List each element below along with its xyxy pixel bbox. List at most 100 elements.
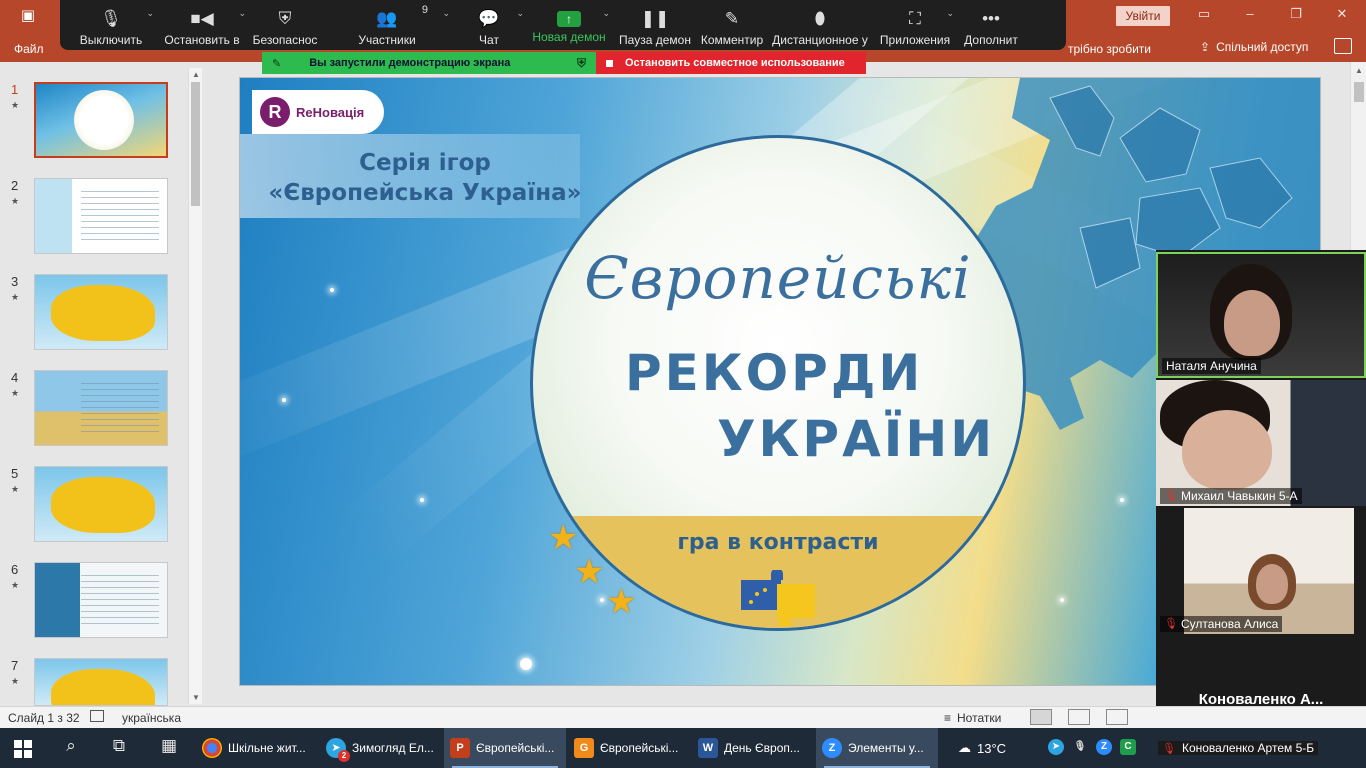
pause-share-button[interactable]: ❚❚ Пауза демон [612,0,698,50]
chevron-down-icon[interactable]: ⌄ [146,8,154,19]
save-icon[interactable]: ▣ [18,6,38,26]
microphone-tray-icon[interactable]: 🎙 [1072,739,1088,755]
star-decoration: ★ [606,583,637,621]
ribbon-tab-text[interactable]: трібно зробити [1068,42,1151,56]
scrollbar-thumb[interactable] [191,82,200,206]
chevron-down-icon[interactable]: ⌄ [238,8,246,19]
apps-icon: ⛶ [909,9,921,28]
annotate-button[interactable]: ✎ Комментир [698,0,766,50]
new-share-button[interactable]: ↑ ⌄ Новая демон [526,0,612,50]
video-face [1256,564,1288,604]
cloud-icon: ☁ [958,740,971,755]
taskbar-app-zoom[interactable]: Z Элементы у... [816,728,938,768]
slide-thumbnail-3[interactable]: 3 ★ [0,274,186,352]
share-icon: ⇪ [1200,40,1211,54]
transition-star-icon: ★ [11,388,20,398]
language-indicator[interactable]: українська [122,711,181,725]
login-button[interactable]: Увійти [1116,6,1170,26]
slide-thumbnail-2[interactable]: 2 ★ [0,178,186,256]
stop-video-button[interactable]: ■◀ ⌄ Остановить в [156,0,248,50]
title-line2: УКРАЇНИ [717,410,996,468]
chat-label: Чат [479,33,499,47]
more-button[interactable]: ••• Дополнит [956,0,1026,50]
transition-star-icon: ★ [11,484,20,494]
windows-start-icon[interactable] [14,740,32,758]
remote-control-label: Дистанционное у [772,33,868,47]
participant-video-tile[interactable]: Наталя Анучина [1156,252,1366,378]
scroll-up-icon[interactable]: ▲ [1355,66,1363,75]
close-icon[interactable]: ✕ [1322,6,1362,22]
slide-thumbnails-panel: 1 ★ 2 ★ 3 ★ 4 ★ 5 ★ 6 ★ 7 ★ [0,62,206,706]
sparkle [520,658,532,670]
participants-label: Участники [358,33,416,47]
slide-thumbnail-image [34,562,168,638]
apps-button[interactable]: ⛶ ⌄ Приложения [874,0,956,50]
more-icon: ••• [982,9,1000,28]
status-bar: Слайд 1 з 32 українська ≡ Нотатки [0,706,1366,728]
pause-share-label: Пауза демон [619,33,691,47]
participant-name: Султанова Алиса [1180,617,1279,631]
minimize-icon[interactable]: – [1230,6,1270,21]
app-tray-icon[interactable]: C [1120,739,1136,755]
file-tab[interactable]: Файл [14,42,44,56]
slide-thumbnail-5[interactable]: 5 ★ [0,466,186,544]
taskbar-app-powerpoint[interactable]: P Європейські... [444,728,566,768]
participant-video-panel: Наталя Анучина 🎙 Михаил Чавыкин 5-А 🎙 Су… [1156,250,1366,768]
word-icon: W [698,738,718,758]
shield-icon: ⛨ [278,9,292,28]
slide-thumbnail-4[interactable]: 4 ★ [0,370,186,448]
spellcheck-icon[interactable] [90,710,104,722]
chevron-down-icon[interactable]: ⌄ [516,8,524,19]
telegram-tray-icon[interactable]: ➤ [1048,739,1064,755]
thumbnails-scrollbar[interactable]: ▲ ▼ [188,68,202,704]
zoom-tray-icon[interactable]: Z [1096,739,1112,755]
slide-thumbnail-image [34,178,168,254]
reading-view-button[interactable] [1106,709,1128,725]
slide-thumbnail-image [34,466,168,542]
chevron-down-icon[interactable]: ⌄ [442,8,450,19]
pin-icon[interactable]: ✎ [272,57,281,70]
normal-view-button[interactable] [1030,709,1052,725]
scroll-up-icon[interactable]: ▲ [192,70,200,79]
participant-name-tag: Наталя Анучина [1162,358,1261,374]
comment-icon[interactable] [1334,38,1352,54]
slide-thumbnail-1[interactable]: 1 ★ [0,82,186,160]
apps-label: Приложения [879,33,951,47]
taskbar-app-chrome[interactable]: Шкільне жит... [196,728,318,768]
task-view-icon[interactable]: ⧉ [106,736,132,756]
slide-sorter-view-button[interactable] [1068,709,1090,725]
taskbar-app-telegram[interactable]: ➤ 2 Зимогляд Ел... [320,728,442,768]
share-button[interactable]: ⇪ Спільний доступ [1200,40,1308,54]
ribbon-display-icon[interactable]: ▭ [1184,6,1224,22]
calculator-icon[interactable]: ▦ [156,736,182,756]
notes-button[interactable]: ≡ Нотатки [944,711,1001,725]
scrollbar-thumb[interactable] [1354,82,1364,102]
telegram-icon: ➤ 2 [326,738,350,762]
search-icon[interactable]: ⌕ [58,736,84,756]
sparkle [1120,498,1124,502]
chevron-down-icon[interactable]: ⌄ [946,8,954,19]
participant-video-tile[interactable]: 🎙 Султанова Алиса [1156,508,1366,634]
slide-thumbnail-6[interactable]: 6 ★ [0,562,186,640]
participant-video-tile[interactable]: 🎙 Михаил Чавыкин 5-А [1156,380,1366,506]
security-button[interactable]: ⛨ Безопаснос [248,0,322,50]
app-label: Європейські... [600,741,679,755]
stop-sharing-button[interactable]: Остановить совместное использование [596,52,866,74]
series-title-line1: Серія ігор [359,150,491,176]
slide-number: 7 [11,658,19,673]
video-face [1224,290,1280,356]
zoom-meeting-toolbar: 🎙 ⌄ Выключить ■◀ ⌄ Остановить в ⛨ Безопа… [60,0,1066,50]
participants-button[interactable]: 👥 9 ⌄ Участники [322,0,452,50]
maximize-icon[interactable]: ❐ [1276,6,1316,22]
app-label: Элементы у... [848,741,924,755]
sparkle [330,288,334,292]
remote-control-button[interactable]: ⬮ Дистанционное у [766,0,874,50]
mute-button[interactable]: 🎙 ⌄ Выключить [66,0,156,50]
chat-button[interactable]: 💬 ⌄ Чат [452,0,526,50]
app-label: Європейські... [476,741,555,755]
chevron-down-icon[interactable]: ⌄ [602,8,610,19]
scroll-down-icon[interactable]: ▼ [192,693,200,702]
weather-widget[interactable]: ☁ 13°C [958,728,1006,768]
taskbar-app-word[interactable]: W День Європ... [692,728,814,768]
taskbar-app-pdf[interactable]: G Європейські... [568,728,690,768]
